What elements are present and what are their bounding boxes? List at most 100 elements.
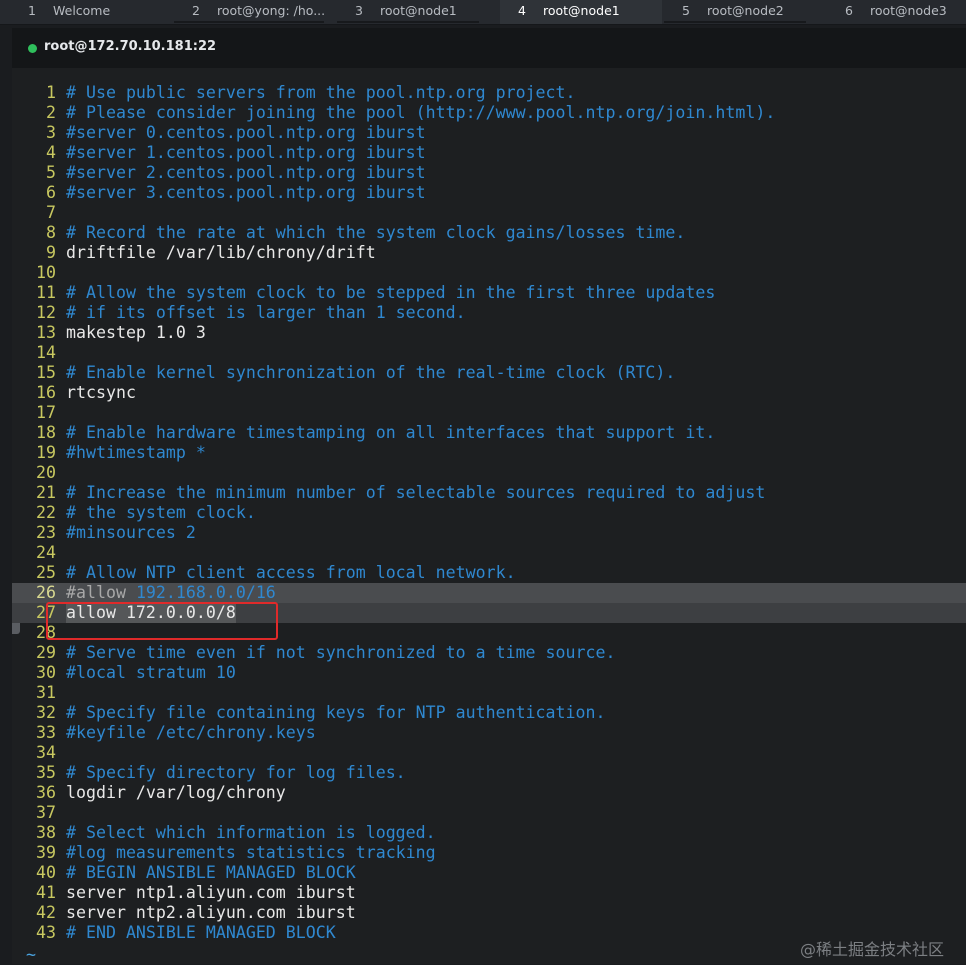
tab-label: Welcome xyxy=(53,3,111,18)
editor-line: 30 #local stratum 10 xyxy=(12,663,966,683)
connection-status-icon xyxy=(28,44,37,53)
line-text: makestep 1.0 3 xyxy=(66,323,206,342)
line-number: 26 xyxy=(36,583,56,602)
tab-root-node1-a[interactable]: 3 root@node1 xyxy=(327,0,489,24)
session-host: root@172.70.10.181:22 xyxy=(44,39,217,54)
line-number: 3 xyxy=(46,123,56,142)
tab-root-node1-active[interactable]: 4 root@node1 xyxy=(500,0,662,24)
line-text: server ntp2.aliyun.com iburst xyxy=(66,903,356,922)
editor-line: 37 xyxy=(12,803,966,823)
editor-line: 21 # Increase the minimum number of selec… xyxy=(12,483,966,503)
line-text: #server 3.centos.pool.ntp.org iburst xyxy=(66,183,426,202)
line-text: # Increase the minimum number of selecta… xyxy=(66,483,766,502)
tab-number: 2 xyxy=(192,3,200,18)
editor-line: 39 #log measurements statistics tracking xyxy=(12,843,966,863)
tab-label: root@node1 xyxy=(380,3,457,18)
line-number: 38 xyxy=(36,823,56,842)
editor-line: 25 # Allow NTP client access from local n… xyxy=(12,563,966,583)
line-number: 40 xyxy=(36,863,56,882)
tab-underline xyxy=(664,21,806,23)
tab-label: root@node3 xyxy=(870,3,947,18)
line-number: 36 xyxy=(36,783,56,802)
tab-root-node2[interactable]: 5 root@node2 xyxy=(654,0,816,24)
editor-line: 40 # BEGIN ANSIBLE MANAGED BLOCK xyxy=(12,863,966,883)
editor-line: 13 makestep 1.0 3 xyxy=(12,323,966,343)
watermark: @稀土掘金技术社区 xyxy=(800,940,945,959)
line-number: 42 xyxy=(36,903,56,922)
line-number: 41 xyxy=(36,883,56,902)
line-number: 29 xyxy=(36,643,56,662)
editor-line: 29 # Serve time even if not synchronized … xyxy=(12,643,966,663)
editor-line: 10 xyxy=(12,263,966,283)
tab-label: root@node2 xyxy=(707,3,784,18)
editor-line: 14 xyxy=(12,343,966,363)
editor-line: 31 xyxy=(12,683,966,703)
line-number: 15 xyxy=(36,363,56,382)
line-number: 16 xyxy=(36,383,56,402)
editor-line: 32 # Specify file containing keys for NTP… xyxy=(12,703,966,723)
editor-line: 35 # Specify directory for log files. xyxy=(12,763,966,783)
line-text: rtcsync xyxy=(66,383,136,402)
tab-label: root@yong: /ho... xyxy=(217,3,326,18)
line-text: #minsources 2 xyxy=(66,523,196,542)
editor-line: 17 xyxy=(12,403,966,423)
line-number: 30 xyxy=(36,663,56,682)
line-number: 1 xyxy=(46,83,56,102)
editor-line: 7 xyxy=(12,203,966,223)
editor-line: 12 # if its offset is larger than 1 secon… xyxy=(12,303,966,323)
line-number: 33 xyxy=(36,723,56,742)
tab-root-node3[interactable]: 6 root@node3 xyxy=(817,0,966,24)
line-number: 23 xyxy=(36,523,56,542)
editor-line: 15 # Enable kernel synchronization of the… xyxy=(12,363,966,383)
terminal-editor[interactable]: 1 # Use public servers from the pool.ntp.… xyxy=(12,68,966,964)
line-number: 13 xyxy=(36,323,56,342)
editor-line: 16 rtcsync xyxy=(12,383,966,403)
line-number: 14 xyxy=(36,343,56,362)
line-text: # Select which information is logged. xyxy=(66,823,436,842)
editor-line: 8 # Record the rate at which the system c… xyxy=(12,223,966,243)
line-text: #server 1.centos.pool.ntp.org iburst xyxy=(66,143,426,162)
line-text: #hwtimestamp * xyxy=(66,443,206,462)
line-text: #allow 192.168.0.0/16 xyxy=(66,583,276,603)
line-text: # Specify file containing keys for NTP a… xyxy=(66,703,606,722)
line-text: # Allow NTP client access from local net… xyxy=(66,563,516,582)
line-number: 7 xyxy=(46,203,56,222)
line-number: 10 xyxy=(36,263,56,282)
line-text: # Serve time even if not synchronized to… xyxy=(66,643,616,662)
editor-line: 1 # Use public servers from the pool.ntp.… xyxy=(12,83,966,103)
line-text: driftfile /var/lib/chrony/drift xyxy=(66,243,376,262)
editor-line: 18 # Enable hardware timestamping on all … xyxy=(12,423,966,443)
line-number: 34 xyxy=(36,743,56,762)
line-number: 24 xyxy=(36,543,56,562)
editor-line: 38 # Select which information is logged. xyxy=(12,823,966,843)
session-bar: root@172.70.10.181:22 xyxy=(12,28,966,68)
line-text: #log measurements statistics tracking xyxy=(66,843,436,862)
tab-bar: 1 Welcome 2 root@yong: /ho... 3 root@node1 … xyxy=(0,0,966,25)
line-number: 22 xyxy=(36,503,56,522)
line-text: #local stratum 10 xyxy=(66,663,236,682)
tilde-marker: ~ xyxy=(26,945,36,964)
highlight-annotation-box xyxy=(46,602,278,640)
tab-root-yong[interactable]: 2 root@yong: /ho... xyxy=(164,0,334,24)
line-text-segment: #allow xyxy=(66,583,136,602)
line-number: 32 xyxy=(36,703,56,722)
tab-label: root@node1 xyxy=(543,3,620,18)
tab-number: 6 xyxy=(845,3,853,18)
line-text: logdir /var/log/chrony xyxy=(66,783,286,802)
tab-underline xyxy=(174,21,324,23)
line-number: 4 xyxy=(46,143,56,162)
line-number: 39 xyxy=(36,843,56,862)
tab-number: 3 xyxy=(355,3,363,18)
editor-line: 23 #minsources 2 xyxy=(12,523,966,543)
line-text: # the system clock. xyxy=(66,503,256,522)
editor-line: 36 logdir /var/log/chrony xyxy=(12,783,966,803)
editor-line: 19 #hwtimestamp * xyxy=(12,443,966,463)
line-text: # BEGIN ANSIBLE MANAGED BLOCK xyxy=(66,863,356,882)
line-text-segment: 192.168.0.0/16 xyxy=(135,583,276,602)
line-number: 11 xyxy=(36,283,56,302)
line-text: # Use public servers from the pool.ntp.o… xyxy=(66,83,576,102)
tab-welcome[interactable]: 1 Welcome xyxy=(0,0,160,24)
line-text: # Please consider joining the pool (http… xyxy=(66,103,776,122)
editor-line: 5 #server 2.centos.pool.ntp.org iburst xyxy=(12,163,966,183)
line-number: 12 xyxy=(36,303,56,322)
